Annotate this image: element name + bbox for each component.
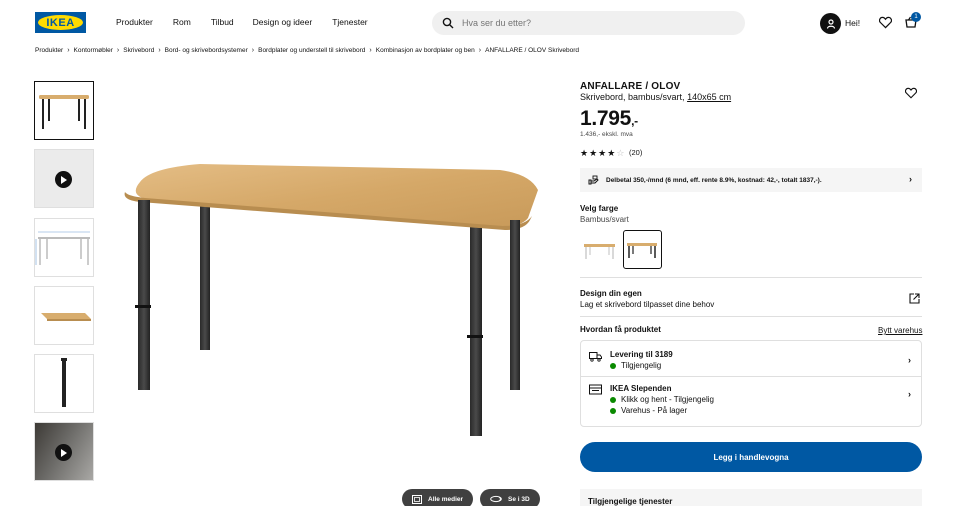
nav-item-tilbud[interactable]: Tilbud bbox=[211, 17, 234, 27]
divider bbox=[580, 316, 922, 317]
account-button[interactable] bbox=[820, 13, 841, 34]
breadcrumb-item[interactable]: Bordplater og understell til skrivebord bbox=[258, 47, 365, 54]
in-store-status: Varehus - På lager bbox=[610, 406, 687, 415]
delivery-title[interactable]: Levering til 3189 bbox=[610, 350, 673, 359]
greeting[interactable]: Hei! bbox=[845, 18, 860, 28]
nav-item-rom[interactable]: Rom bbox=[173, 17, 191, 27]
person-icon bbox=[826, 18, 835, 29]
breadcrumb-current: ANFALLARE / OLOV Skrivebord bbox=[485, 47, 580, 54]
color-swatch-white[interactable] bbox=[580, 230, 619, 269]
thumbnail-video[interactable] bbox=[34, 149, 94, 208]
all-media-label: Alle medier bbox=[428, 495, 464, 503]
design-your-own-subtitle: Lag et skrivebord tilpasset dine behov bbox=[580, 300, 715, 309]
nav-item-tjenester[interactable]: Tjenester bbox=[332, 17, 367, 27]
external-link-icon[interactable] bbox=[909, 293, 920, 304]
selected-color-name: Bambus/svart bbox=[580, 215, 629, 224]
chevron-right-icon: › bbox=[369, 47, 372, 54]
play-icon bbox=[55, 171, 72, 188]
status-dot bbox=[610, 362, 616, 369]
in-store-text: Varehus - På lager bbox=[621, 406, 688, 415]
product-price: 1.795,- bbox=[580, 107, 638, 131]
payment-hand-icon bbox=[588, 175, 599, 185]
3d-icon bbox=[490, 495, 502, 503]
chevron-right-icon[interactable]: › bbox=[908, 355, 911, 365]
finance-banner[interactable]: Delbetal 350,-/mnd (6 mnd, eff. rente 8.… bbox=[580, 168, 922, 192]
store-icon bbox=[589, 384, 602, 395]
breadcrumb-item[interactable]: Kombinasjon av bordplater og ben bbox=[376, 47, 475, 54]
thumbnail-dimensions[interactable] bbox=[34, 218, 94, 277]
how-to-get-heading: Hvordan få produktet bbox=[580, 325, 661, 334]
chevron-right-icon: › bbox=[116, 47, 120, 54]
chevron-right-icon: › bbox=[158, 47, 161, 54]
ikea-logo[interactable]: IKEA bbox=[35, 12, 86, 33]
change-store-link[interactable]: Bytt varehus bbox=[878, 326, 922, 335]
star-icon: ★ bbox=[589, 148, 598, 158]
thumbnail-desk[interactable] bbox=[34, 81, 94, 140]
product-type: Skrivebord, bambus/svart, bbox=[580, 92, 685, 102]
breadcrumb-item[interactable]: Skrivebord bbox=[123, 47, 154, 54]
price-suffix: ,- bbox=[631, 114, 638, 128]
star-empty-icon: ☆ bbox=[616, 148, 625, 158]
search-bar[interactable] bbox=[432, 11, 745, 35]
finance-text: Delbetal 350,-/mnd (6 mnd, eff. rente 8.… bbox=[606, 176, 822, 184]
main-nav: Produkter Rom Tilbud Design og ideer Tje… bbox=[116, 17, 388, 27]
product-description: Skrivebord, bambus/svart, 140x65 cm bbox=[580, 92, 731, 102]
rating-count[interactable]: (20) bbox=[629, 148, 642, 157]
chevron-right-icon: › bbox=[909, 174, 912, 184]
search-input[interactable] bbox=[462, 18, 712, 28]
play-icon bbox=[55, 444, 72, 461]
status-dot bbox=[610, 396, 616, 403]
product-main-image[interactable] bbox=[110, 140, 550, 450]
click-collect-status: Klikk og hent - Tilgjengelig bbox=[610, 395, 714, 404]
breadcrumb-item[interactable]: Kontormøbler bbox=[74, 47, 113, 54]
chevron-right-icon: › bbox=[251, 47, 255, 54]
view-3d-button[interactable]: Se i 3D bbox=[480, 489, 540, 506]
thumbnail-tabletop[interactable] bbox=[34, 286, 94, 345]
chevron-right-icon: › bbox=[478, 47, 482, 54]
divider bbox=[581, 376, 921, 377]
product-name: ANFALLARE / OLOV bbox=[580, 81, 681, 92]
star-icon: ★ bbox=[580, 148, 589, 158]
favourite-heart-icon[interactable] bbox=[905, 87, 917, 99]
view-3d-label: Se i 3D bbox=[508, 495, 530, 503]
thumbnail-video-2[interactable] bbox=[34, 422, 94, 481]
price-value: 1.795 bbox=[580, 107, 632, 130]
add-to-cart-button[interactable]: Legg i handlevogna bbox=[580, 442, 922, 472]
cart-count-badge: 1 bbox=[911, 12, 921, 22]
delivery-status: Tilgjengelig bbox=[610, 361, 661, 370]
gallery-icon bbox=[412, 494, 422, 504]
star-half-icon: ★ bbox=[607, 148, 616, 158]
all-media-button[interactable]: Alle medier bbox=[402, 489, 474, 506]
product-size-link[interactable]: 140x65 cm bbox=[687, 92, 731, 102]
nav-item-design[interactable]: Design og ideer bbox=[253, 17, 313, 27]
available-services[interactable]: Tilgjengelige tjenester bbox=[580, 489, 922, 506]
availability-box: Levering til 3189 Tilgjengelig › IKEA Sl… bbox=[580, 340, 922, 427]
breadcrumb-item[interactable]: Produkter bbox=[35, 47, 63, 54]
divider bbox=[580, 277, 922, 278]
chevron-right-icon[interactable]: › bbox=[908, 389, 911, 399]
delivery-status-text: Tilgjengelig bbox=[621, 361, 662, 370]
breadcrumb: Produkter › Kontormøbler › Skrivebord › Bor… bbox=[35, 47, 579, 54]
design-your-own-title[interactable]: Design din egen bbox=[580, 289, 642, 298]
store-title[interactable]: IKEA Slependen bbox=[610, 384, 672, 393]
thumbnail-leg[interactable] bbox=[34, 354, 94, 413]
search-icon bbox=[442, 17, 454, 29]
price-ex-vat: 1.436,- ekskl. mva bbox=[580, 131, 633, 138]
nav-item-produkter[interactable]: Produkter bbox=[116, 17, 153, 27]
logo-text: IKEA bbox=[38, 15, 83, 30]
truck-icon bbox=[589, 352, 602, 362]
rating-stars[interactable]: ★ ★ ★ ★ ☆ bbox=[580, 148, 624, 159]
color-heading: Velg farge bbox=[580, 204, 619, 213]
click-collect-text: Klikk og hent - Tilgjengelig bbox=[621, 395, 714, 404]
color-swatch-black[interactable] bbox=[623, 230, 662, 269]
breadcrumb-item[interactable]: Bord- og skrivebordsystemer bbox=[165, 47, 248, 54]
status-dot bbox=[610, 407, 616, 414]
heart-icon[interactable] bbox=[879, 16, 892, 29]
star-icon: ★ bbox=[598, 148, 607, 158]
chevron-right-icon: › bbox=[67, 47, 70, 54]
